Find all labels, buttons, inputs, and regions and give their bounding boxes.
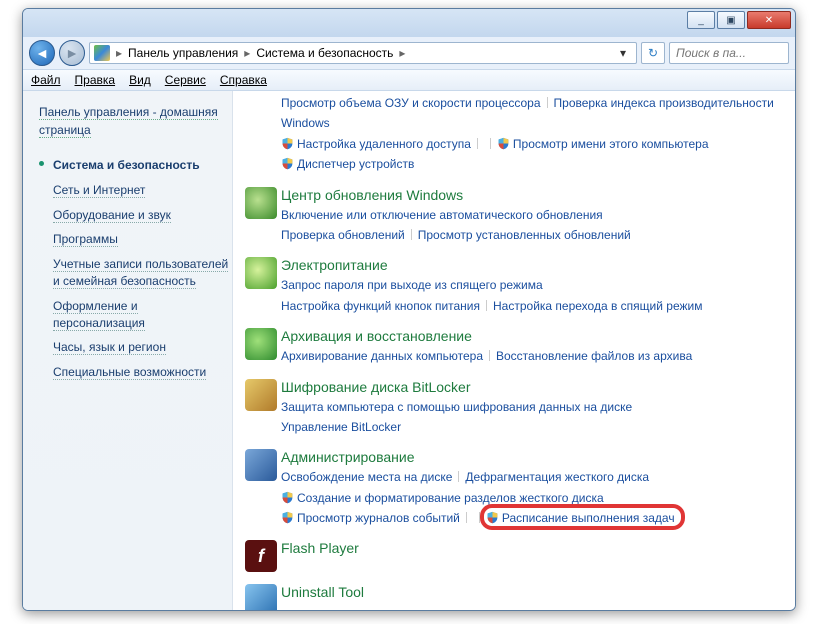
breadcrumb-separator: ▸ bbox=[397, 46, 407, 60]
uninstall-icon bbox=[245, 584, 277, 610]
category-links: Включение или отключение автоматического… bbox=[281, 205, 787, 246]
category-links: Запрос пароля при выходе из спящего режи… bbox=[281, 275, 787, 316]
task-link[interactable]: Запрос пароля при выходе из спящего режи… bbox=[281, 278, 543, 292]
window: _ ▣ ✕ ◄ ► ▸ Панель управления ▸ Система … bbox=[22, 8, 796, 611]
flash-icon: f bbox=[245, 540, 277, 572]
category-group: Центр обновления Windows Включение или от… bbox=[241, 187, 787, 246]
titlebar: _ ▣ ✕ bbox=[23, 9, 795, 37]
category-title[interactable]: Электропитание bbox=[281, 257, 388, 273]
category-group: fFlash Player bbox=[241, 540, 787, 572]
sidebar-item[interactable]: Часы, язык и регион bbox=[39, 335, 232, 360]
top-links: Просмотр объема ОЗУ и скорости процессор… bbox=[281, 93, 787, 175]
task-link[interactable]: Проверка обновлений bbox=[281, 228, 405, 242]
sidebar-item[interactable]: Программы bbox=[39, 227, 232, 252]
category-title[interactable]: Flash Player bbox=[281, 540, 359, 556]
bitlocker-icon bbox=[245, 379, 277, 411]
task-link[interactable]: Управление BitLocker bbox=[281, 420, 401, 434]
menu-bar: Файл Правка Вид Сервис Справка bbox=[23, 69, 795, 91]
task-link[interactable]: Защита компьютера с помощью шифрования д… bbox=[281, 400, 632, 414]
category-title[interactable]: Uninstall Tool bbox=[281, 584, 364, 600]
sidebar-item-label: Оформление и персонализация bbox=[53, 299, 145, 331]
task-link[interactable]: Диспетчер устройств bbox=[297, 157, 414, 171]
sidebar-item[interactable]: Специальные возможности bbox=[39, 360, 232, 385]
task-link[interactable]: Просмотр журналов событий bbox=[297, 511, 460, 525]
menu-view[interactable]: Вид bbox=[129, 73, 151, 87]
category-title[interactable]: Шифрование диска BitLocker bbox=[281, 379, 471, 395]
task-link[interactable]: Освобождение места на диске bbox=[281, 470, 452, 484]
task-link[interactable]: Просмотр имени этого компьютера bbox=[513, 137, 709, 151]
task-link[interactable]: Просмотр объема ОЗУ и скорости процессор… bbox=[281, 96, 541, 110]
close-button[interactable]: ✕ bbox=[747, 11, 791, 29]
task-link[interactable]: Архивирование данных компьютера bbox=[281, 349, 483, 363]
task-link[interactable]: Настройка функций кнопок питания bbox=[281, 299, 480, 313]
shield-icon bbox=[281, 156, 294, 169]
back-button[interactable]: ◄ bbox=[29, 40, 55, 66]
category-links: Защита компьютера с помощью шифрования д… bbox=[281, 397, 787, 438]
backup-icon bbox=[245, 328, 277, 360]
sidebar-item-label: Специальные возможности bbox=[53, 365, 206, 380]
sidebar-home-link[interactable]: Панель управления - домашняя страница bbox=[39, 105, 218, 138]
task-link[interactable]: Расписание выполнения задач bbox=[502, 511, 675, 525]
category-group: Электропитание Запрос пароля при выходе и… bbox=[241, 257, 787, 316]
breadcrumb-separator: ▸ bbox=[242, 46, 252, 60]
sidebar-item-label: Оборудование и звук bbox=[53, 208, 171, 223]
category-group: Uninstall Tool bbox=[241, 584, 787, 610]
category-title[interactable]: Администрирование bbox=[281, 449, 415, 465]
category-title[interactable]: Архивация и восстановление bbox=[281, 328, 472, 344]
task-link[interactable]: Восстановление файлов из архива bbox=[496, 349, 692, 363]
shield-icon bbox=[497, 136, 510, 149]
content-pane[interactable]: Просмотр объема ОЗУ и скорости процессор… bbox=[233, 91, 795, 610]
search-input[interactable] bbox=[674, 43, 784, 63]
task-link[interactable]: Дефрагментация жесткого диска bbox=[465, 470, 649, 484]
category-group: Администрирование Освобождение места на д… bbox=[241, 449, 787, 528]
sidebar-item[interactable]: Сеть и Интернет bbox=[39, 178, 232, 203]
task-link[interactable]: Создание и форматирование разделов жестк… bbox=[297, 491, 604, 505]
breadcrumb-separator: ▸ bbox=[114, 46, 124, 60]
refresh-button[interactable]: ↻ bbox=[641, 42, 665, 64]
sidebar-item[interactable]: Оформление и персонализация bbox=[39, 294, 232, 336]
power-icon bbox=[245, 257, 277, 289]
breadcrumb-system-security[interactable]: Система и безопасность bbox=[256, 46, 393, 60]
shield-icon bbox=[281, 136, 294, 149]
menu-help[interactable]: Справка bbox=[220, 73, 267, 87]
breadcrumb-control-panel[interactable]: Панель управления bbox=[128, 46, 238, 60]
category-group: Архивация и восстановление Архивирование … bbox=[241, 328, 787, 366]
shield-icon bbox=[281, 490, 294, 503]
sidebar-item-label: Система и безопасность bbox=[53, 158, 200, 172]
task-link[interactable]: Просмотр установленных обновлений bbox=[418, 228, 631, 242]
sidebar-item[interactable]: Оборудование и звук bbox=[39, 203, 232, 228]
menu-edit[interactable]: Правка bbox=[75, 73, 116, 87]
maximize-button[interactable]: ▣ bbox=[717, 11, 745, 29]
admin-icon bbox=[245, 449, 277, 481]
forward-button[interactable]: ► bbox=[59, 40, 85, 66]
search-box[interactable] bbox=[669, 42, 789, 64]
category-title[interactable]: Центр обновления Windows bbox=[281, 187, 463, 203]
category-links: Архивирование данных компьютера Восстанов… bbox=[281, 346, 787, 366]
sidebar-item-label: Сеть и Интернет bbox=[53, 183, 145, 198]
task-link[interactable]: Настройка удаленного доступа bbox=[297, 137, 471, 151]
control-panel-icon bbox=[94, 45, 110, 61]
sidebar: Панель управления - домашняя страница Си… bbox=[23, 91, 233, 610]
task-link[interactable]: Включение или отключение автоматического… bbox=[281, 208, 603, 222]
navigation-bar: ◄ ► ▸ Панель управления ▸ Система и безо… bbox=[23, 37, 795, 69]
body: Панель управления - домашняя страница Си… bbox=[23, 91, 795, 610]
category-links: Освобождение места на диске Дефрагментаци… bbox=[281, 467, 787, 528]
task-link[interactable]: Настройка перехода в спящий режим bbox=[493, 299, 702, 313]
address-bar[interactable]: ▸ Панель управления ▸ Система и безопасн… bbox=[89, 42, 637, 64]
sidebar-item[interactable]: Система и безопасность bbox=[39, 153, 232, 178]
shield-icon bbox=[486, 510, 499, 523]
shield-icon bbox=[281, 510, 294, 523]
address-dropdown[interactable]: ▾ bbox=[614, 43, 632, 63]
menu-tools[interactable]: Сервис bbox=[165, 73, 206, 87]
update-icon bbox=[245, 187, 277, 219]
sidebar-item-label: Часы, язык и регион bbox=[53, 340, 166, 355]
category-group: Шифрование диска BitLocker Защита компьют… bbox=[241, 379, 787, 438]
menu-file[interactable]: Файл bbox=[31, 73, 61, 87]
sidebar-item[interactable]: Учетные записи пользователей и семейная … bbox=[39, 252, 232, 294]
sidebar-item-label: Учетные записи пользователей и семейная … bbox=[53, 257, 228, 289]
minimize-button[interactable]: _ bbox=[687, 11, 715, 29]
sidebar-item-label: Программы bbox=[53, 232, 118, 247]
